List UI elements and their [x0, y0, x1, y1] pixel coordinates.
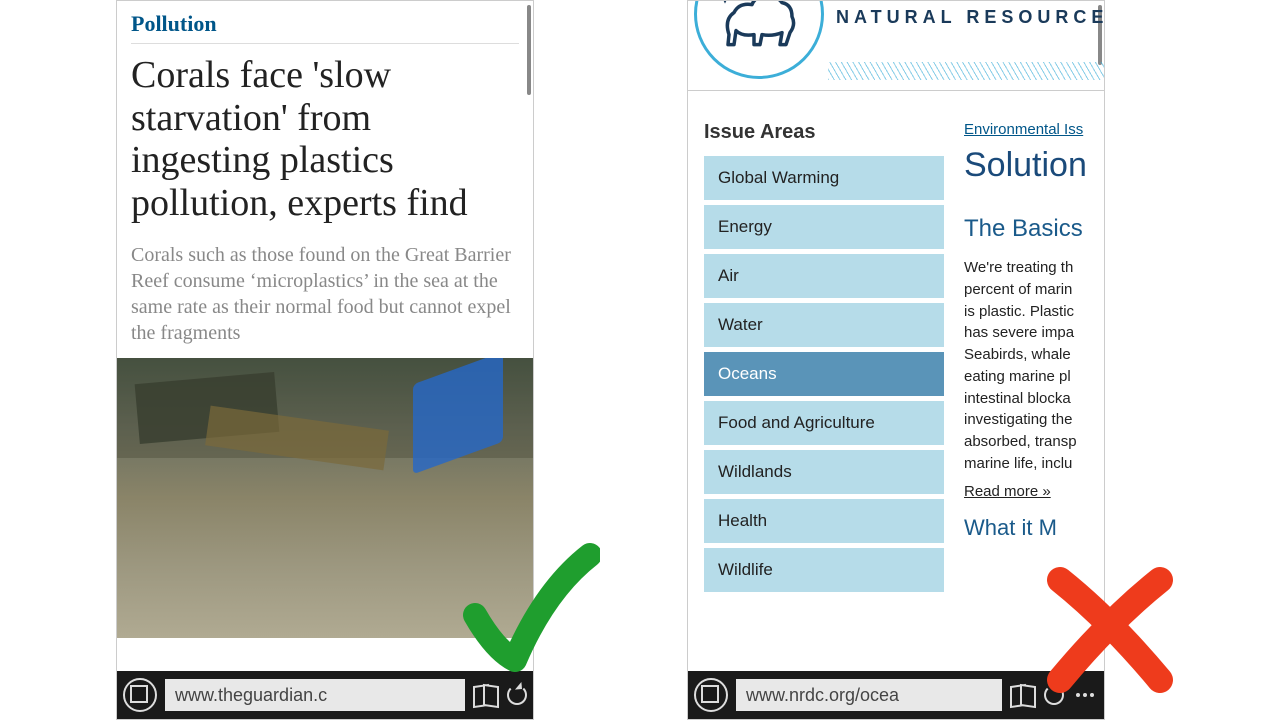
sidebar-item-global-warming[interactable]: Global Warming: [704, 156, 944, 200]
url-input[interactable]: www.nrdc.org/ocea: [736, 679, 1002, 711]
sidebar-item-health[interactable]: Health: [704, 499, 944, 543]
site-title: NATURAL RESOURCES D: [836, 7, 1104, 28]
more-menu-icon[interactable]: [1072, 693, 1098, 697]
section-heading: The Basics: [964, 215, 1087, 243]
section-heading-2: What it M: [964, 515, 1087, 541]
browser-bottom-bar: www.theguardian.c: [117, 671, 533, 719]
sidebar-item-wildlands[interactable]: Wildlands: [704, 450, 944, 494]
site-logo[interactable]: [694, 1, 824, 79]
article-headline: Corals face 'slow starvation' from inges…: [131, 54, 519, 224]
page-title: Solution: [964, 146, 1087, 185]
tabs-button[interactable]: [694, 678, 728, 712]
reading-mode-icon[interactable]: [1010, 685, 1036, 705]
site-header: NATURAL RESOURCES D: [688, 1, 1104, 91]
sidebar-item-oceans[interactable]: Oceans: [704, 352, 944, 396]
browser-bottom-bar: www.nrdc.org/ocea: [688, 671, 1104, 719]
reading-mode-icon[interactable]: [473, 685, 499, 705]
article-category[interactable]: Pollution: [131, 11, 519, 44]
tabs-icon: [704, 688, 718, 702]
article-standfirst: Corals such as those found on the Great …: [131, 242, 519, 346]
article-hero-image: [117, 358, 533, 638]
url-input[interactable]: www.theguardian.c: [165, 679, 465, 711]
sidebar-heading: Issue Areas: [704, 121, 944, 144]
bear-icon: [714, 1, 804, 55]
read-more-link[interactable]: Read more »: [964, 483, 1051, 500]
page-content: Pollution Corals face 'slow starvation' …: [117, 1, 533, 671]
refresh-icon[interactable]: [507, 685, 527, 705]
sidebar-nav: Issue Areas Global Warming Energy Air Water…: [704, 121, 944, 597]
sidebar-item-air[interactable]: Air: [704, 254, 944, 298]
sidebar-item-food-and-agriculture[interactable]: Food and Agriculture: [704, 401, 944, 445]
phone-mockup-right: NATURAL RESOURCES D Issue Areas Global W…: [687, 0, 1105, 720]
header-decoration: [828, 62, 1104, 80]
refresh-icon[interactable]: [1044, 685, 1064, 705]
sidebar-item-water[interactable]: Water: [704, 303, 944, 347]
body-text: We're treating thpercent of marinis plas…: [964, 257, 1087, 475]
main-column: Environmental Iss Solution The Basics We…: [944, 121, 1087, 597]
page-content: NATURAL RESOURCES D Issue Areas Global W…: [688, 1, 1104, 671]
phone-mockup-left: Pollution Corals face 'slow starvation' …: [116, 0, 534, 720]
sidebar-item-energy[interactable]: Energy: [704, 205, 944, 249]
scrollbar[interactable]: [527, 5, 531, 95]
sidebar-item-wildlife[interactable]: Wildlife: [704, 548, 944, 592]
tabs-icon: [133, 688, 147, 702]
tabs-button[interactable]: [123, 678, 157, 712]
breadcrumb-link[interactable]: Environmental Iss: [964, 121, 1087, 138]
